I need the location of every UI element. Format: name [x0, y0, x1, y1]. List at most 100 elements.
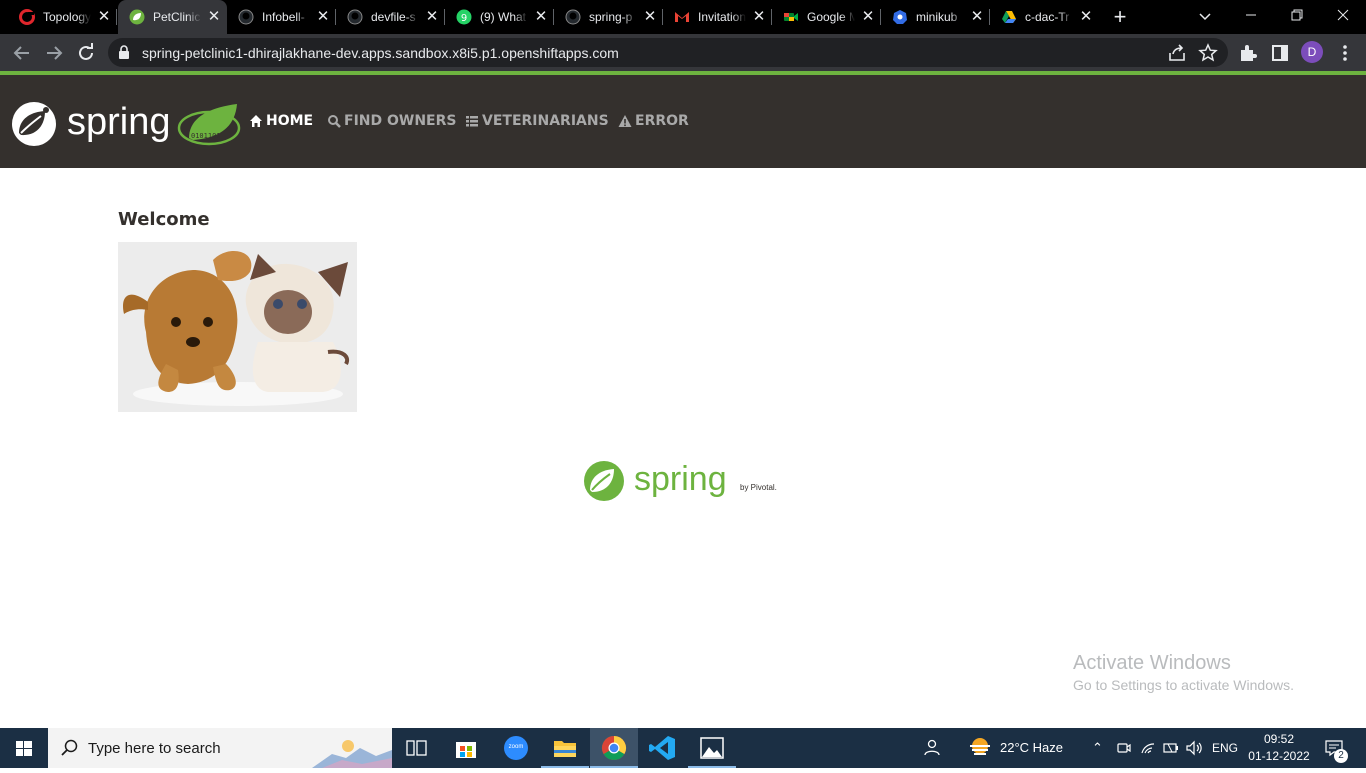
restore-button[interactable] — [1274, 0, 1320, 32]
tab-spring-petclinic[interactable]: spring-p ✕ — [554, 0, 663, 34]
search-icon — [328, 115, 341, 128]
taskbar-zoom[interactable]: zoom — [492, 728, 540, 768]
spring-leaf-icon — [129, 9, 145, 25]
gmail-icon — [675, 12, 689, 22]
tab-invitation[interactable]: Invitation ✕ — [663, 0, 772, 34]
spring-footer-logo: spring — [584, 460, 727, 501]
tab-separator — [116, 9, 117, 25]
tab-title: minikub — [916, 9, 964, 25]
taskbar-store[interactable] — [442, 728, 490, 768]
photos-icon — [700, 737, 724, 759]
activate-windows-title: Activate Windows — [1073, 652, 1231, 674]
activate-windows-subtitle: Go to Settings to activate Windows. — [1073, 677, 1294, 693]
nav-label: FIND OWNERS — [344, 113, 457, 129]
notification-count-badge: 2 — [1334, 749, 1348, 763]
search-placeholder: Type here to search — [88, 740, 221, 757]
close-tab-icon[interactable]: ✕ — [643, 9, 657, 24]
github-icon — [238, 9, 254, 25]
close-tab-icon[interactable]: ✕ — [207, 9, 221, 24]
close-window-button[interactable] — [1320, 0, 1366, 32]
footer-byline: by Pivotal. — [740, 483, 777, 492]
tab-devfile[interactable]: devfile-s ✕ — [336, 0, 445, 34]
restore-icon — [1291, 9, 1303, 21]
tab-title: Google M — [807, 9, 855, 25]
google-drive-icon — [1002, 11, 1016, 23]
lock-icon[interactable] — [118, 45, 130, 60]
tab-cdac[interactable]: c-dac-Tr ✕ — [990, 0, 1099, 34]
tab-minikube[interactable]: minikub ✕ — [881, 0, 990, 34]
nav-home[interactable]: HOME — [249, 111, 313, 131]
tab-title: Infobell- — [262, 9, 310, 25]
meet-now-icon[interactable] — [1116, 740, 1132, 756]
show-hidden-icons-chevron-icon[interactable]: ⌃ — [1092, 738, 1103, 758]
side-panel-icon[interactable] — [1268, 41, 1292, 65]
taskbar-chrome[interactable] — [590, 728, 638, 768]
taskbar-vscode[interactable] — [639, 728, 687, 768]
profile-avatar[interactable]: D — [1301, 41, 1323, 63]
close-tab-icon[interactable]: ✕ — [425, 9, 439, 24]
language-indicator[interactable]: ENG — [1212, 738, 1238, 758]
tab-title: Invitation — [698, 9, 746, 25]
minimize-button[interactable] — [1228, 0, 1274, 32]
page-title: Welcome — [118, 209, 210, 230]
task-view-icon — [406, 740, 427, 756]
tab-petclinic[interactable]: PetClinic ✕ — [118, 0, 227, 34]
share-icon[interactable] — [1165, 41, 1189, 65]
tab-whatsapp[interactable]: 9 (9) What ✕ — [445, 0, 554, 34]
extensions-icon[interactable] — [1236, 41, 1260, 65]
search-highlight-art — [312, 728, 392, 768]
tab-search-icon[interactable] — [1196, 7, 1214, 25]
home-icon — [250, 115, 262, 127]
nav-label: ERROR — [635, 113, 689, 129]
tab-infobell[interactable]: Infobell- ✕ — [227, 0, 336, 34]
nav-veterinarians[interactable]: VETERINARIANS — [465, 111, 609, 131]
people-icon[interactable] — [922, 738, 940, 758]
github-icon — [347, 9, 363, 25]
taskbar-photos[interactable] — [688, 728, 736, 768]
nav-find-owners[interactable]: FIND OWNERS — [327, 111, 456, 131]
minimize-icon — [1246, 14, 1256, 16]
volume-icon[interactable] — [1185, 740, 1203, 756]
nav-label: HOME — [266, 113, 314, 129]
tab-google-meet[interactable]: Google M ✕ — [772, 0, 881, 34]
url-text[interactable]: spring-petclinic1-dhirajlakhane-dev.apps… — [142, 45, 619, 61]
forward-icon[interactable] — [42, 41, 66, 65]
folder-icon — [554, 741, 576, 757]
close-tab-icon[interactable]: ✕ — [534, 9, 548, 24]
reload-icon[interactable] — [74, 41, 98, 65]
close-tab-icon[interactable]: ✕ — [97, 9, 111, 24]
close-tab-icon[interactable]: ✕ — [752, 9, 766, 24]
taskbar-file-explorer[interactable] — [541, 728, 589, 768]
microsoft-store-icon — [456, 742, 476, 758]
tab-title: spring-p — [589, 9, 637, 25]
weather-haze-icon[interactable] — [967, 735, 993, 759]
back-icon[interactable] — [10, 41, 34, 65]
close-tab-icon[interactable]: ✕ — [316, 9, 330, 24]
bookmark-star-icon[interactable] — [1196, 41, 1220, 65]
menu-icon[interactable] — [1333, 41, 1357, 65]
battery-icon[interactable] — [1162, 740, 1180, 756]
pets-image — [118, 242, 357, 412]
brand-text: spring — [67, 101, 171, 143]
close-tab-icon[interactable]: ✕ — [861, 9, 875, 24]
nav-error[interactable]: ERROR — [618, 111, 689, 131]
spring-logo[interactable]: spring 0101101 — [11, 100, 241, 148]
task-view-button[interactable] — [392, 728, 440, 768]
new-tab-button[interactable]: + — [1108, 5, 1132, 29]
clock-time[interactable]: 09:52 — [1263, 732, 1295, 747]
tab-title: PetClinic — [153, 9, 201, 25]
close-tab-icon[interactable]: ✕ — [970, 9, 984, 24]
footer-brand-text: spring — [634, 460, 727, 498]
close-tab-icon[interactable]: ✕ — [1079, 9, 1093, 24]
weather-text[interactable]: 22°C Haze — [1000, 738, 1063, 758]
tab-topology[interactable]: Topology ✕ — [8, 0, 117, 34]
vscode-icon — [649, 736, 675, 760]
tab-title: Topology — [43, 9, 91, 25]
github-icon — [565, 9, 581, 25]
tab-title: devfile-s — [371, 9, 419, 25]
wifi-icon[interactable] — [1140, 740, 1156, 756]
windows-start-icon[interactable] — [0, 728, 48, 768]
warning-icon — [618, 115, 632, 127]
tab-title: c-dac-Tr — [1025, 9, 1073, 25]
clock-date[interactable]: 01-12-2022 — [1247, 749, 1311, 764]
